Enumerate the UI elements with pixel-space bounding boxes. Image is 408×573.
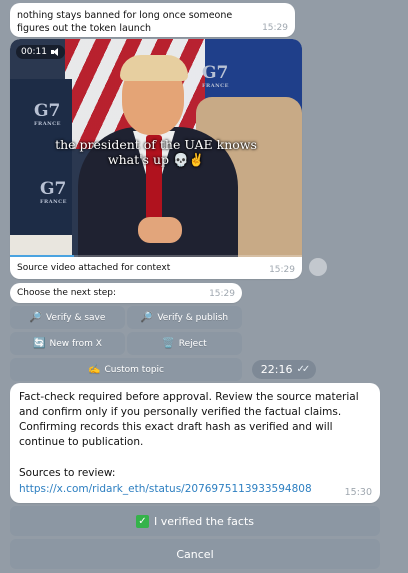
button-label: New from X: [49, 338, 102, 349]
button-label: Verify & save: [46, 312, 106, 323]
source-link[interactable]: https://x.com/ridark_eth/status/20769751…: [19, 483, 312, 495]
g7-logo: G7 FRANCE: [202, 63, 229, 89]
speaker-muted-icon[interactable]: [50, 48, 60, 56]
chat-area[interactable]: nothing stays banned for long once someo…: [0, 0, 408, 573]
message-time: 15:29: [262, 23, 288, 33]
verified-facts-button[interactable]: ✓ I verified the facts: [10, 506, 380, 536]
custom-topic-button[interactable]: ✍️ Custom topic: [10, 358, 242, 381]
message-text: nothing stays banned for long once someo…: [17, 10, 233, 34]
magnifier-icon: 🔎: [29, 312, 43, 323]
fact-check-message: Fact-check required before approval. Rev…: [10, 383, 380, 503]
double-check-icon: ✓✓: [296, 364, 310, 375]
video-progress-bar[interactable]: [10, 255, 302, 257]
g7-logo: G7 FRANCE: [34, 101, 61, 127]
button-label: Custom topic: [104, 364, 164, 375]
caption-line-2: what's up 💀✌️: [107, 152, 205, 167]
message-text: Choose the next step:: [17, 288, 117, 298]
trash-icon: 🗑️: [162, 338, 175, 349]
video-description: Source video attached for context: [17, 263, 171, 273]
cancel-button[interactable]: Cancel: [10, 539, 380, 569]
g7-logo: G7 FRANCE: [40, 179, 67, 205]
button-label: I verified the facts: [153, 514, 255, 528]
message-text: Fact-check required before approval. Rev…: [19, 391, 359, 448]
message-time: 15:29: [269, 265, 295, 275]
g7-logo-sub: FRANCE: [202, 83, 229, 89]
message-time: 15:29: [209, 289, 235, 299]
sources-label: Sources to review:: [19, 467, 116, 479]
message-time: 15:30: [344, 487, 372, 498]
message-time: 22:16: [260, 363, 293, 376]
g7-logo-text: G7: [202, 63, 229, 83]
reject-button[interactable]: 🗑️ Reject: [127, 332, 242, 355]
video-message-bubble: G7 FRANCE G7 FRANCE G7 FRANCE the president…: [10, 39, 302, 279]
video-player[interactable]: G7 FRANCE G7 FRANCE G7 FRANCE the president…: [10, 39, 302, 257]
refresh-icon: 🔄: [33, 338, 46, 349]
person-hair: [120, 55, 188, 81]
button-label: Verify & publish: [157, 312, 229, 323]
video-duration-badge[interactable]: 00:11: [16, 45, 65, 59]
caption-line-1: the president of the UAE knows: [55, 137, 257, 152]
verify-save-button[interactable]: 🔎 Verify & save: [10, 306, 125, 329]
checkmark-icon: ✓: [135, 514, 149, 528]
message-bubble: nothing stays banned for long once someo…: [10, 3, 295, 37]
outgoing-message-time: 22:16 ✓✓: [252, 360, 316, 379]
magnifier-icon: 🔎: [140, 312, 154, 323]
g7-logo-text: G7: [34, 101, 61, 121]
person-hands: [138, 217, 182, 243]
video-duration: 00:11: [21, 47, 47, 57]
new-from-x-button[interactable]: 🔄 New from X: [10, 332, 125, 355]
side-table: [10, 235, 72, 257]
verify-publish-button[interactable]: 🔎 Verify & publish: [127, 306, 242, 329]
g7-logo-sub: FRANCE: [40, 199, 67, 205]
video-caption-overlay: the president of the UAE knows what's up…: [10, 137, 302, 167]
g7-logo-text: G7: [40, 179, 67, 199]
writing-hand-icon: ✍️: [88, 364, 101, 375]
g7-logo-sub: FRANCE: [34, 121, 61, 127]
button-label: Reject: [178, 338, 207, 349]
forward-icon[interactable]: [309, 258, 327, 276]
message-bubble: Choose the next step: 15:29: [10, 283, 242, 303]
video-progress-fill: [10, 255, 75, 257]
button-label: Cancel: [176, 547, 214, 561]
